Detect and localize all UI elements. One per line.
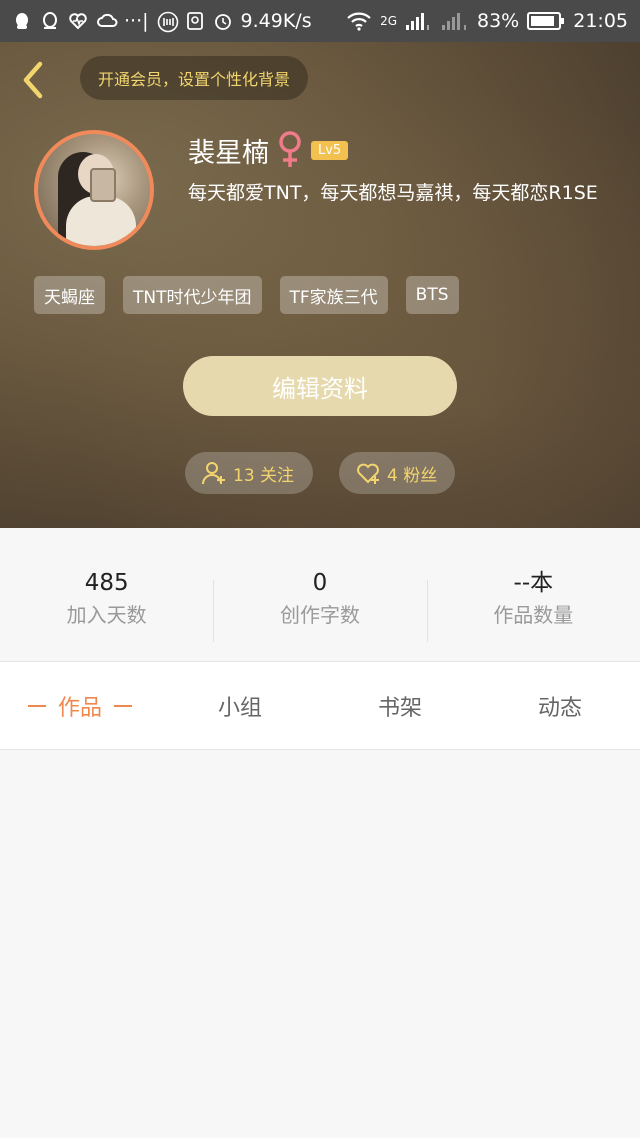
wifi-icon <box>346 11 372 31</box>
tab-label: 作品 <box>57 695 102 721</box>
level-badge: Lv5 <box>311 140 349 160</box>
tag-item[interactable]: 天蝎座 <box>34 276 105 314</box>
add-user-icon <box>201 460 227 486</box>
stats-bar: 485 加入天数 0 创作字数 --本 作品数量 <box>0 528 640 662</box>
tab-bookshelf[interactable]: 书架 <box>320 662 480 749</box>
fans-button[interactable]: 4 粉丝 <box>339 452 455 494</box>
signal-2g-label: 2G <box>380 14 397 28</box>
vip-background-prompt[interactable]: 开通会员，设置个性化背景 <box>80 56 309 100</box>
tag-item[interactable]: BTS <box>405 276 459 314</box>
more-icon: ···| <box>124 10 149 32</box>
user-bio: 每天都爱TNT，每天都想马嘉祺，每天都恋R1SE <box>188 182 598 204</box>
tag-item[interactable]: TF家族三代 <box>279 276 388 314</box>
stat-label: 创作字数 <box>279 602 360 627</box>
tab-activity[interactable]: 动态 <box>480 662 640 749</box>
stat-word-count: 0 创作字数 <box>213 528 426 661</box>
qq-icon <box>12 11 32 31</box>
stat-value: --本 <box>513 569 554 596</box>
stat-value: 0 <box>312 569 328 596</box>
following-button[interactable]: 13 关注 <box>185 452 313 494</box>
stat-value: 485 <box>84 569 129 596</box>
female-gender-icon <box>277 130 303 170</box>
tab-content-area <box>0 750 640 1138</box>
tab-label: 动态 <box>537 695 582 721</box>
tab-label: 书架 <box>377 695 422 721</box>
alarm-icon <box>213 11 233 31</box>
stat-join-days: 485 加入天数 <box>0 528 213 661</box>
stat-works-count: --本 作品数量 <box>426 528 640 661</box>
status-bar: ···| 9.49K/s 2G 83% 21:05 <box>0 0 640 42</box>
profile-header: 开通会员，设置个性化背景 裴星楠 Lv5 每天都爱TNT，每天都想马嘉祺，每天都… <box>0 42 640 528</box>
tab-works[interactable]: 作品 <box>0 662 160 749</box>
name-row: 裴星楠 Lv5 <box>188 130 349 170</box>
battery-percent: 83% <box>477 10 520 32</box>
stat-label: 加入天数 <box>66 602 147 627</box>
tab-groups[interactable]: 小组 <box>160 662 320 749</box>
fans-label: 4 粉丝 <box>387 465 438 486</box>
tag-item[interactable]: TNT时代少年团 <box>123 276 262 314</box>
back-arrow-icon <box>23 61 43 99</box>
battery-icon <box>527 11 565 31</box>
back-button[interactable] <box>18 60 48 100</box>
tag-list: 天蝎座 TNT时代少年团 TF家族三代 BTS <box>34 276 459 314</box>
signal-icon <box>405 11 431 31</box>
stat-label: 作品数量 <box>493 602 574 627</box>
health-icon <box>68 11 88 31</box>
signal-icon <box>439 11 469 31</box>
following-label: 13 关注 <box>233 465 295 486</box>
net-speed: 9.49K/s <box>240 10 312 32</box>
nfc-icon <box>157 11 178 33</box>
clock: 21:05 <box>573 10 628 32</box>
qq-icon <box>40 11 60 31</box>
tab-label: 小组 <box>217 695 262 721</box>
avatar[interactable] <box>34 130 154 250</box>
vpn-icon <box>185 11 205 31</box>
user-name: 裴星楠 <box>188 137 269 169</box>
heart-plus-icon <box>355 460 381 486</box>
profile-tabs: 作品 小组 书架 动态 <box>0 662 640 750</box>
edit-profile-button[interactable]: 编辑资料 <box>183 356 457 416</box>
cloud-icon <box>96 11 118 31</box>
